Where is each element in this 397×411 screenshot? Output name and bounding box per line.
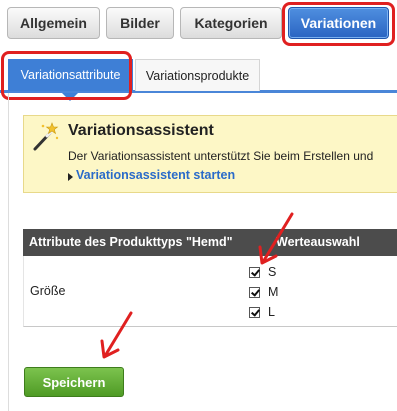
- value-label-l: L: [268, 305, 275, 319]
- header-attribute: Attribute des Produkttyps "Hemd": [29, 235, 233, 249]
- assistant-title: Variationsassistent: [68, 122, 214, 139]
- value-option-s: S: [249, 265, 276, 279]
- start-assistant-link[interactable]: Variationsassistent starten: [76, 168, 235, 182]
- save-button[interactable]: Speichern: [24, 367, 124, 397]
- table-row: [23, 256, 397, 327]
- value-option-l: L: [249, 305, 275, 319]
- header-value-selection: Werteauswahl: [276, 235, 360, 249]
- tab-bilder[interactable]: Bilder: [106, 7, 174, 39]
- value-label-s: S: [268, 265, 277, 279]
- value-option-m: M: [249, 285, 278, 299]
- tab-allgemein[interactable]: Allgemein: [7, 7, 100, 39]
- value-label-m: M: [268, 285, 279, 299]
- attribute-name: Größe: [30, 284, 66, 298]
- tab-kategorien[interactable]: Kategorien: [180, 7, 282, 39]
- magic-wand-icon: [33, 122, 59, 151]
- triangle-right-icon: [68, 173, 73, 181]
- highlight-variationen-tab: [282, 2, 395, 46]
- assistant-description: Der Variationsassistent unterstützt Sie …: [68, 149, 374, 163]
- checkbox-l[interactable]: [249, 306, 260, 318]
- table-header: Attribute des Produkttyps "Hemd" Werteau…: [23, 229, 397, 256]
- tab-variationsprodukte[interactable]: Variationsprodukte: [135, 59, 260, 91]
- checkbox-m[interactable]: [249, 286, 260, 298]
- checkbox-s[interactable]: [249, 266, 260, 278]
